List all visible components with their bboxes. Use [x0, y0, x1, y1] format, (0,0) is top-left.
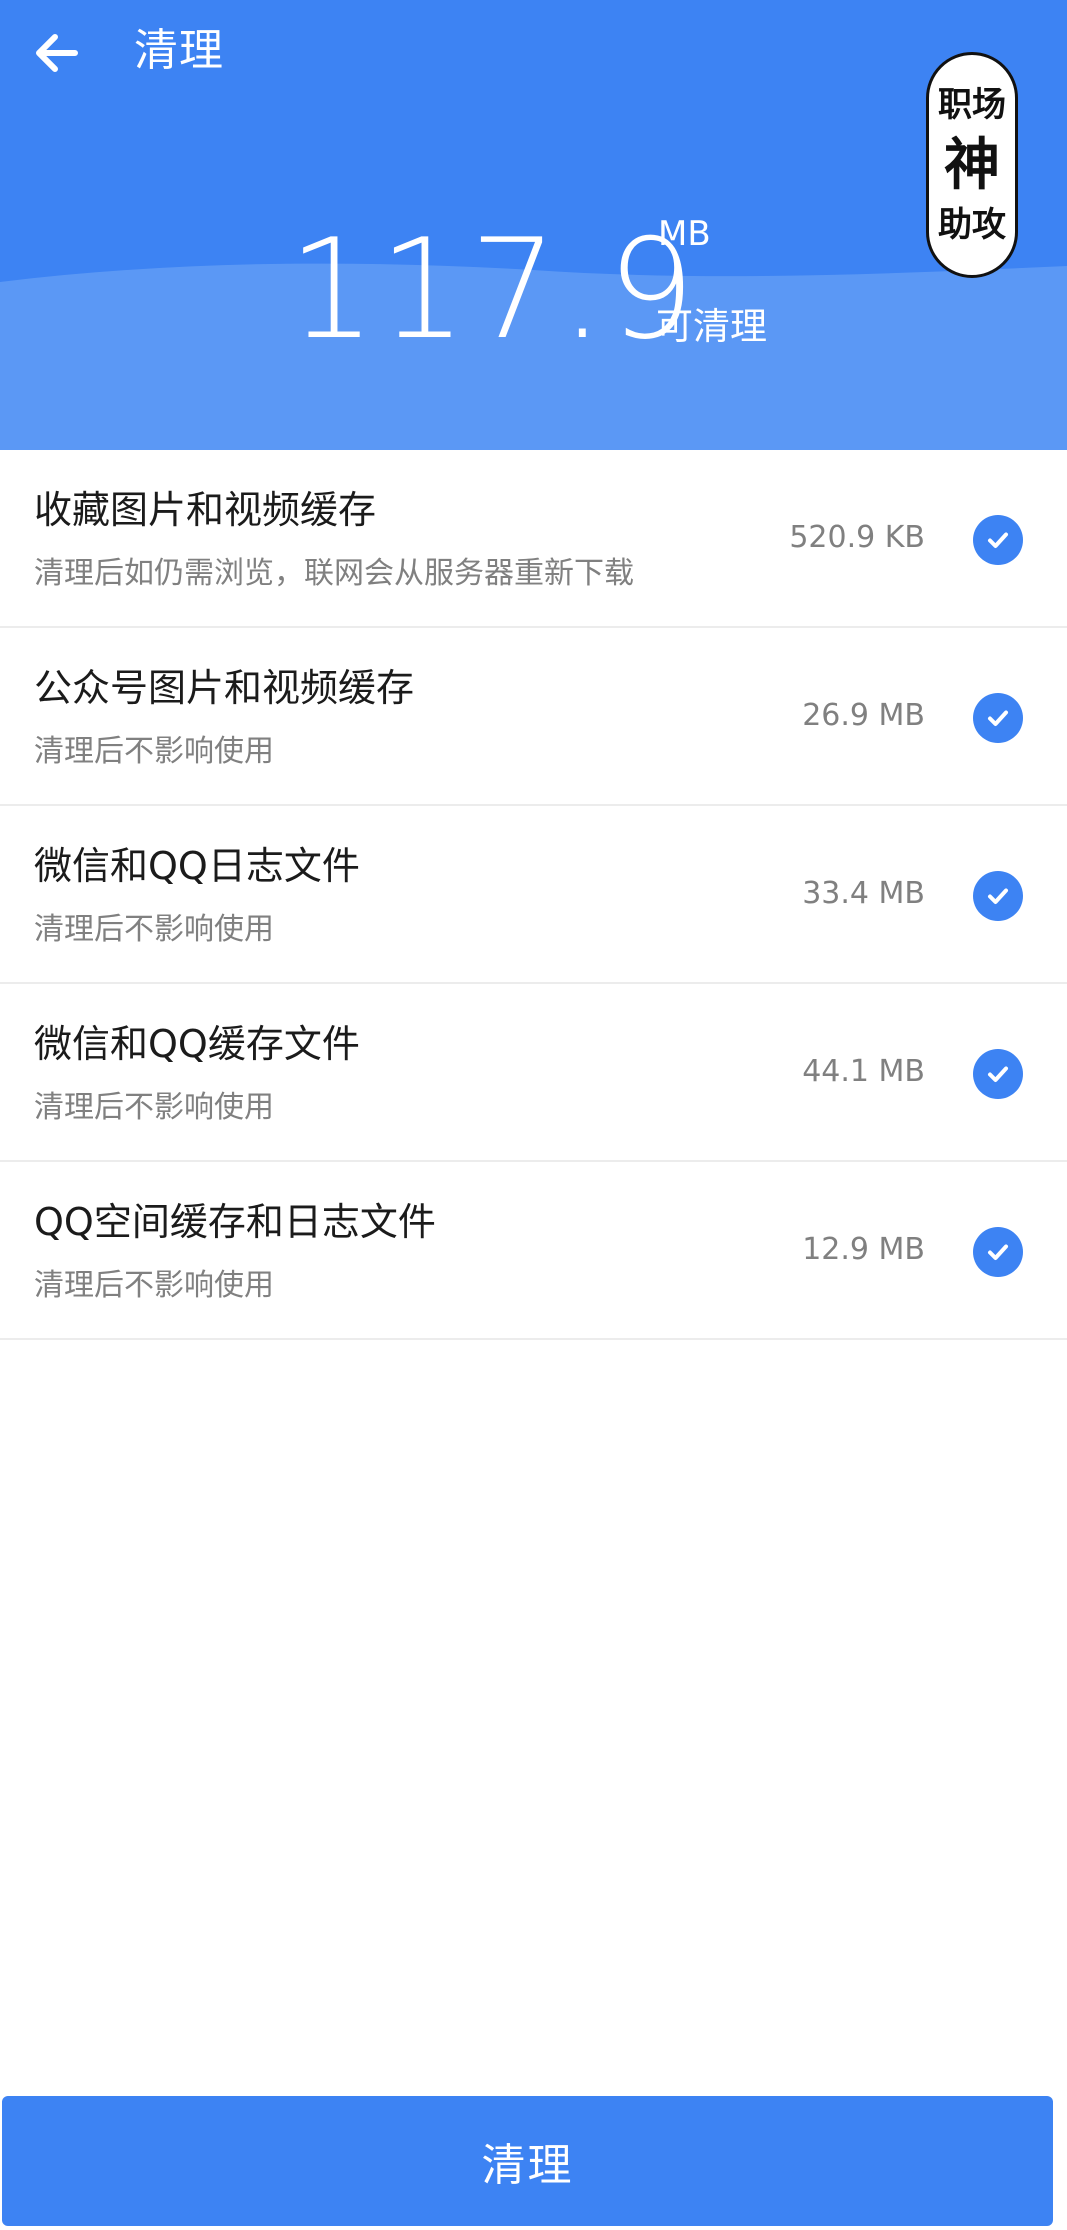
logo-line-3: 助攻	[938, 205, 1006, 245]
item-title: 收藏图片和视频缓存	[34, 488, 377, 532]
item-subtitle: 清理后不影响使用	[34, 1090, 274, 1125]
item-checkbox[interactable]	[973, 871, 1023, 921]
item-size: 520.9 KB	[789, 520, 925, 555]
list-item[interactable]: 收藏图片和视频缓存 清理后如仍需浏览，联网会从服务器重新下载 520.9 KB	[0, 450, 1067, 628]
cleanable-amount: 117.9	[288, 209, 699, 370]
item-size: 33.4 MB	[802, 876, 925, 911]
item-size: 44.1 MB	[802, 1054, 925, 1089]
arrow-left-icon	[36, 34, 78, 72]
item-title: QQ空间缓存和日志文件	[34, 1200, 436, 1244]
item-subtitle: 清理后不影响使用	[34, 912, 274, 947]
check-icon	[988, 532, 1008, 548]
logo-line-1: 职场	[938, 85, 1006, 125]
logo-line-2: 神	[944, 132, 1000, 198]
item-subtitle: 清理后如仍需浏览，联网会从服务器重新下载	[34, 556, 634, 591]
item-checkbox[interactable]	[973, 1049, 1023, 1099]
check-icon	[988, 888, 1008, 904]
back-button[interactable]	[22, 18, 92, 88]
item-title: 公众号图片和视频缓存	[34, 666, 415, 710]
cleanable-unit: MB	[658, 214, 711, 254]
item-title: 微信和QQ日志文件	[34, 844, 360, 888]
item-size: 26.9 MB	[802, 698, 925, 733]
item-checkbox[interactable]	[973, 515, 1023, 565]
check-icon	[988, 1244, 1008, 1260]
item-subtitle: 清理后不影响使用	[34, 1268, 274, 1303]
check-icon	[988, 710, 1008, 726]
item-title: 微信和QQ缓存文件	[34, 1022, 360, 1066]
item-subtitle: 清理后不影响使用	[34, 734, 274, 769]
item-checkbox[interactable]	[973, 693, 1023, 743]
item-checkbox[interactable]	[973, 1227, 1023, 1277]
cache-list: 收藏图片和视频缓存 清理后如仍需浏览，联网会从服务器重新下载 520.9 KB …	[0, 450, 1067, 1340]
page-title: 清理	[134, 25, 224, 76]
cleanable-label: 可清理	[656, 305, 767, 348]
list-item[interactable]: QQ空间缓存和日志文件 清理后不影响使用 12.9 MB	[0, 1162, 1067, 1340]
clean-button[interactable]: 清理	[2, 2096, 1053, 2226]
watermark-logo: 职场 神 助攻	[926, 52, 1018, 278]
list-item[interactable]: 微信和QQ日志文件 清理后不影响使用 33.4 MB	[0, 806, 1067, 984]
list-item[interactable]: 微信和QQ缓存文件 清理后不影响使用 44.1 MB	[0, 984, 1067, 1162]
header: 清理 117.9 MB 可清理 职场 神 助攻	[0, 0, 1067, 450]
list-item[interactable]: 公众号图片和视频缓存 清理后不影响使用 26.9 MB	[0, 628, 1067, 806]
check-icon	[988, 1066, 1008, 1082]
item-size: 12.9 MB	[802, 1232, 925, 1267]
